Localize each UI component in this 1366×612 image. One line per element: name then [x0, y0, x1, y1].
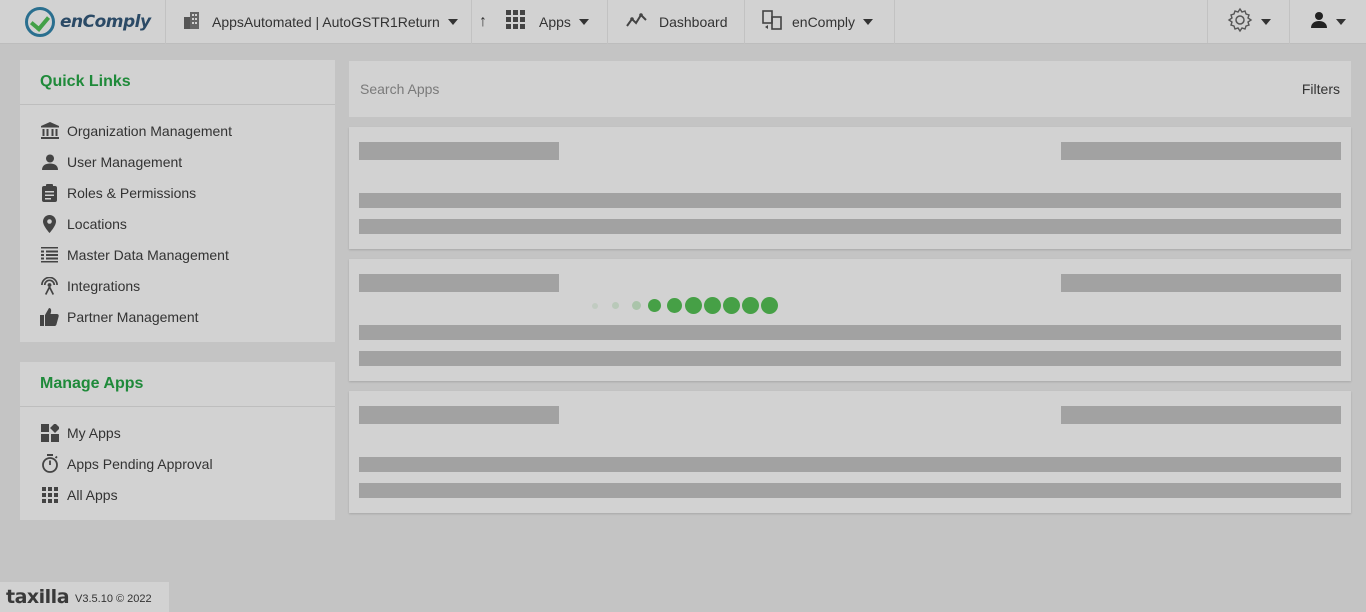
manage-apps-label: Apps Pending Approval — [67, 455, 213, 472]
search-bar: Filters — [349, 61, 1351, 117]
product-label: enComply — [792, 14, 856, 30]
manage-apps-title: Manage Apps — [20, 362, 335, 407]
building-icon — [182, 10, 202, 35]
filters-button[interactable]: Filters — [1302, 81, 1340, 97]
loader-dot — [632, 301, 641, 310]
skeleton-line — [359, 457, 1341, 472]
settings-menu[interactable] — [1208, 0, 1290, 44]
manage-apps-panel: Manage Apps My Apps Apps Pending Approva… — [20, 362, 335, 520]
stopwatch-icon — [40, 454, 59, 473]
skeleton-title — [359, 274, 559, 292]
chevron-down-icon — [447, 19, 458, 25]
quick-link-locations[interactable]: Locations — [20, 208, 335, 239]
top-navbar: enComply AppsAutomated | AutoGSTR1Return… — [0, 0, 1366, 44]
quick-link-roles-permissions[interactable]: Roles & Permissions — [20, 177, 335, 208]
manage-apps-pending-approval[interactable]: Apps Pending Approval — [20, 448, 335, 479]
loader-dot — [612, 302, 619, 309]
product-switcher[interactable]: enComply — [745, 0, 895, 44]
user-menu[interactable] — [1290, 0, 1366, 44]
quick-link-label: Partner Management — [67, 308, 199, 325]
grid-icon — [40, 485, 59, 504]
quick-link-label: Locations — [67, 215, 127, 232]
quick-link-label: Master Data Management — [67, 246, 229, 263]
dashboard-label: Dashboard — [659, 14, 728, 30]
loader-dot — [685, 297, 702, 314]
brand-name: enComply — [60, 12, 151, 32]
chevron-down-icon — [1336, 19, 1346, 25]
quick-links-panel: Quick Links Organization Management User… — [20, 60, 335, 342]
skeleton-line — [359, 219, 1341, 234]
bank-icon — [40, 121, 59, 140]
arrow-up-icon: ↑ — [479, 13, 487, 30]
apps-menu-label: Apps — [539, 14, 571, 30]
manage-apps-label: All Apps — [67, 486, 118, 503]
quick-links-title: Quick Links — [20, 60, 335, 105]
quick-link-master-data-management[interactable]: Master Data Management — [20, 239, 335, 270]
skeleton-line — [359, 325, 1341, 340]
chevron-down-icon — [1260, 19, 1271, 25]
loader-dot — [592, 303, 598, 309]
dashboard-link[interactable]: Dashboard — [608, 0, 745, 44]
quick-link-organization-management[interactable]: Organization Management — [20, 115, 335, 146]
version-text: V3.5.10 © 2022 — [75, 593, 152, 605]
workspace-selector[interactable]: AppsAutomated | AutoGSTR1Return — [166, 0, 472, 44]
up-arrow-button[interactable]: ↑ — [472, 0, 494, 44]
loader-dot — [761, 297, 778, 314]
skeleton-meta — [1061, 274, 1341, 292]
quick-link-integrations[interactable]: Integrations — [20, 270, 335, 301]
quick-link-label: Roles & Permissions — [67, 184, 197, 201]
chevron-down-icon — [578, 19, 589, 25]
quick-link-label: User Management — [67, 153, 183, 170]
quick-link-user-management[interactable]: User Management — [20, 146, 335, 177]
quick-link-label: Organization Management — [67, 122, 232, 139]
skeleton-meta — [1061, 406, 1341, 424]
skeleton-title — [359, 406, 559, 424]
brand-logo-link[interactable]: enComply — [0, 0, 166, 44]
app-card-skeleton — [349, 127, 1351, 249]
grid-icon — [506, 9, 526, 35]
person-icon — [40, 152, 59, 171]
manage-apps-my-apps[interactable]: My Apps — [20, 417, 335, 448]
encomply-logo-icon — [25, 7, 55, 37]
quick-link-partner-management[interactable]: Partner Management — [20, 301, 335, 332]
workspace-label: AppsAutomated | AutoGSTR1Return — [212, 14, 440, 30]
gear-icon — [1227, 7, 1253, 38]
loader-dot — [742, 297, 759, 314]
loader-dot — [667, 298, 682, 313]
manage-apps-all-apps[interactable]: All Apps — [20, 479, 335, 510]
data-list-icon — [40, 245, 59, 264]
manage-apps-label: My Apps — [67, 424, 121, 441]
skeleton-title — [359, 142, 559, 160]
quick-link-label: Integrations — [67, 277, 141, 294]
clipboard-icon — [40, 183, 59, 202]
map-pin-icon — [40, 214, 59, 233]
switch-app-icon — [761, 9, 783, 36]
skeleton-meta — [1061, 142, 1341, 160]
apps-menu[interactable]: Apps — [494, 0, 608, 44]
skeleton-line — [359, 193, 1341, 208]
skeleton-line — [359, 483, 1341, 498]
loader-dot — [648, 299, 661, 312]
trend-line-icon — [626, 12, 648, 33]
search-apps-input[interactable] — [360, 81, 960, 97]
antenna-icon — [40, 276, 59, 295]
app-card-skeleton — [349, 391, 1351, 513]
loader-dot — [723, 297, 740, 314]
taxilla-logo: taxilla — [6, 586, 70, 608]
footer-branding: taxilla V3.5.10 © 2022 — [0, 582, 169, 612]
navbar-spacer — [895, 0, 1208, 43]
app-card-skeleton — [349, 259, 1351, 381]
loading-spinner — [590, 297, 790, 315]
thumbs-up-icon — [40, 307, 59, 326]
widgets-icon — [40, 423, 59, 442]
user-icon — [1310, 11, 1328, 34]
skeleton-line — [359, 351, 1341, 366]
chevron-down-icon — [863, 19, 874, 25]
loader-dot — [704, 297, 721, 314]
